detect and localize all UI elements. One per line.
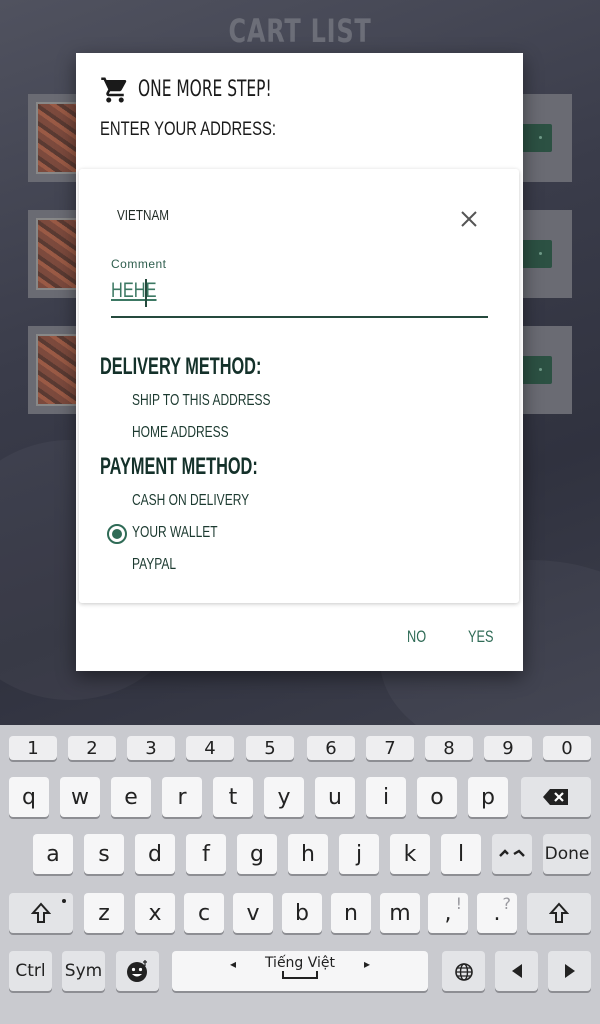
key-p[interactable]: p — [468, 777, 508, 817]
cursor-left-key[interactable] — [495, 951, 538, 991]
key-8[interactable]: 8 — [425, 736, 473, 760]
payment-option-paypal[interactable]: PAYPAL — [132, 556, 176, 574]
key-z[interactable]: z — [84, 893, 124, 933]
comment-underline — [111, 316, 488, 318]
delivery-option-ship[interactable]: SHIP TO THIS ADDRESS — [132, 392, 270, 410]
no-button[interactable]: NO — [407, 627, 426, 651]
country-value[interactable]: VIETNAM — [117, 207, 169, 224]
cart-action-button — [520, 240, 552, 268]
cursor-right-key[interactable] — [548, 951, 591, 991]
shift-icon — [549, 902, 569, 923]
shift-indicator-dot — [62, 899, 66, 903]
left-arrow-icon — [511, 964, 522, 978]
key-u[interactable]: u — [315, 777, 355, 817]
key-h[interactable]: h — [288, 834, 328, 874]
key-5[interactable]: 5 — [246, 736, 294, 760]
key-j[interactable]: j — [339, 834, 379, 874]
emoji-key[interactable] — [116, 951, 159, 991]
key-m[interactable]: m — [380, 893, 420, 933]
key-x[interactable]: x — [135, 893, 175, 933]
space-key-language-label: Tiếng Việt — [264, 955, 336, 971]
shopping-cart-icon — [101, 77, 127, 103]
key-i[interactable]: i — [366, 777, 406, 817]
emoji-icon — [126, 960, 147, 982]
key-r[interactable]: r — [162, 777, 202, 817]
key-g[interactable]: g — [237, 834, 277, 874]
cart-action-button — [520, 124, 552, 152]
delivery-method-heading: DELIVERY METHOD: — [100, 353, 262, 380]
key-s[interactable]: s — [84, 834, 124, 874]
space-key[interactable]: ◂ ▸ Tiếng Việt — [172, 951, 428, 991]
backspace-icon — [543, 789, 568, 805]
app-title: CART LIST — [228, 12, 372, 50]
key-period[interactable]: . ? — [477, 893, 517, 933]
key-a[interactable]: a — [33, 834, 73, 874]
key-2[interactable]: 2 — [68, 736, 116, 760]
yes-button[interactable]: YES — [468, 627, 494, 651]
tone-mark-icon — [499, 849, 525, 857]
dialog-subtitle: ENTER YOUR ADDRESS: — [100, 119, 276, 140]
done-key[interactable]: Done — [543, 834, 591, 874]
period-label: . — [493, 900, 501, 926]
key-comma[interactable]: , ! — [428, 893, 468, 933]
on-screen-keyboard: 1 2 3 4 5 6 7 8 9 0 q w e r t y u i o p … — [0, 725, 600, 1024]
payment-method-heading: PAYMENT METHOD: — [100, 453, 258, 480]
cart-action-button — [520, 356, 552, 384]
key-y[interactable]: y — [264, 777, 304, 817]
globe-icon — [454, 963, 473, 981]
period-alt-label: ? — [502, 894, 512, 913]
key-c[interactable]: c — [184, 893, 224, 933]
shift-right-key[interactable] — [527, 893, 591, 933]
dialog-title: ONE MORE STEP! — [138, 77, 272, 102]
ctrl-key[interactable]: Ctrl — [9, 951, 52, 991]
right-arrow-icon — [564, 964, 575, 978]
backspace-key[interactable] — [521, 777, 591, 817]
key-v[interactable]: v — [233, 893, 273, 933]
key-w[interactable]: w — [60, 777, 100, 817]
language-key[interactable] — [442, 951, 485, 991]
comment-label: Comment — [111, 257, 167, 271]
comma-label: , — [444, 900, 452, 926]
key-l[interactable]: l — [441, 834, 481, 874]
key-o[interactable]: o — [417, 777, 457, 817]
radio-selected-icon[interactable] — [107, 524, 127, 544]
key-9[interactable]: 9 — [484, 736, 532, 760]
key-q[interactable]: q — [9, 777, 49, 817]
key-4[interactable]: 4 — [186, 736, 234, 760]
payment-option-wallet[interactable]: YOUR WALLET — [132, 524, 218, 542]
space-bar-icon — [282, 971, 318, 979]
key-6[interactable]: 6 — [307, 736, 355, 760]
tone-mark-key[interactable] — [492, 834, 532, 874]
key-f[interactable]: f — [186, 834, 226, 874]
payment-option-cash[interactable]: CASH ON DELIVERY — [132, 492, 249, 510]
text-caret — [145, 279, 147, 307]
close-icon[interactable] — [459, 209, 479, 229]
key-b[interactable]: b — [282, 893, 322, 933]
comment-input[interactable]: HEHE — [111, 279, 157, 303]
address-dialog: ONE MORE STEP! ENTER YOUR ADDRESS: VIETN… — [76, 53, 523, 671]
shift-left-key[interactable] — [9, 893, 73, 933]
key-1[interactable]: 1 — [9, 736, 57, 760]
key-t[interactable]: t — [213, 777, 253, 817]
delivery-option-home[interactable]: HOME ADDRESS — [132, 424, 229, 442]
key-7[interactable]: 7 — [366, 736, 414, 760]
key-3[interactable]: 3 — [127, 736, 175, 760]
key-0[interactable]: 0 — [543, 736, 591, 760]
address-form-card: VIETNAM Comment HEHE DELIVERY METHOD: SH… — [79, 169, 519, 603]
sym-key[interactable]: Sym — [62, 951, 105, 991]
key-n[interactable]: n — [331, 893, 371, 933]
key-e[interactable]: e — [111, 777, 151, 817]
key-d[interactable]: d — [135, 834, 175, 874]
shift-icon — [31, 902, 51, 923]
comma-alt-label: ! — [455, 894, 462, 913]
key-k[interactable]: k — [390, 834, 430, 874]
